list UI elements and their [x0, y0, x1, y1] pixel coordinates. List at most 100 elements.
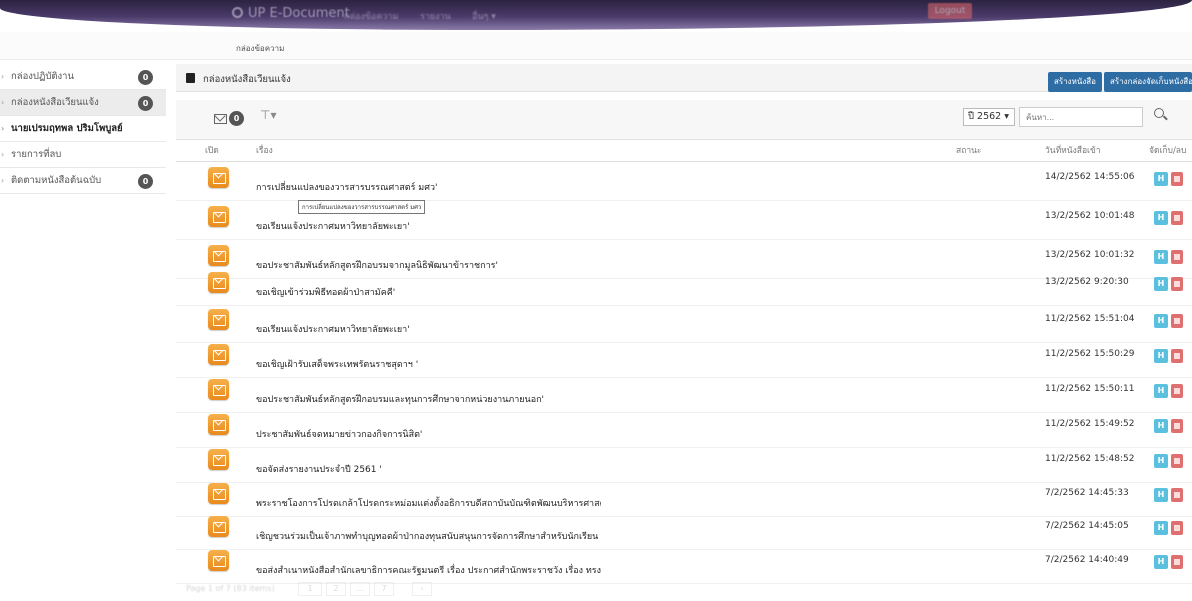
sidebar-item-track-original[interactable]: › ติดตามหนังสือต้นฉบับ 0: [0, 168, 166, 194]
column-header-status[interactable]: สถานะ: [956, 141, 981, 161]
row-subject[interactable]: ประชาสัมพันธ์จดหมายข่าวกองกิจการนิสิต': [256, 427, 422, 441]
envelope-icon[interactable]: [208, 483, 229, 504]
sidebar-item-label: กล่องหนังสือเวียนแจ้ง: [11, 97, 99, 108]
sidebar-item-user[interactable]: › นายเปรมฤทพล ปริมโพบูลย์: [0, 116, 166, 142]
delete-action-button[interactable]: [1171, 250, 1183, 264]
delete-action-button[interactable]: [1171, 172, 1183, 186]
row-subject[interactable]: ขอเชิญเข้าร่วมพิธีทอดผ้าป่าสามัคคี': [256, 285, 395, 299]
delete-action-button[interactable]: [1171, 454, 1183, 468]
chevron-right-icon: ›: [1, 124, 5, 133]
row-subject[interactable]: ขอจัดส่งรายงานประจำปี 2561 ': [256, 462, 382, 476]
nav-inbox[interactable]: กล่องข้อความ: [344, 9, 398, 23]
save-action-button[interactable]: H: [1154, 555, 1168, 569]
create-folder-button[interactable]: สร้างกล่องจัดเก็บหนังสือ: [1104, 72, 1192, 92]
envelope-icon[interactable]: [208, 379, 229, 400]
save-action-button[interactable]: H: [1154, 277, 1168, 291]
table-row[interactable]: ขอเชิญเข้าร่วมพิธีทอดผ้าป่าสามัคคี' 13/2/…: [176, 267, 1192, 306]
row-date: 7/2/2562 14:40:49: [1045, 555, 1129, 565]
year-select[interactable]: ปี 2562 ▾: [963, 108, 1015, 126]
nav-report[interactable]: รายงาน: [420, 9, 451, 23]
mail-count-badge: 0: [229, 111, 244, 126]
create-document-button[interactable]: สร้างหนังสือ: [1048, 72, 1102, 92]
row-subject[interactable]: พระราชโองการโปรดเกล้าโปรดกระหม่อมแต่งตั้…: [256, 496, 601, 510]
column-header-actions: จัดเก็บ/ลบ: [1149, 146, 1187, 156]
sidebar-item-work-box[interactable]: › กล่องปฏิบัติงาน 0: [0, 64, 166, 90]
row-date: 14/2/2562 14:55:06: [1045, 172, 1135, 182]
row-date: 7/2/2562 14:45:05: [1045, 521, 1129, 531]
delete-action-button[interactable]: [1171, 384, 1183, 398]
delete-action-button[interactable]: [1171, 277, 1183, 291]
envelope-icon[interactable]: [208, 309, 229, 330]
save-action-button[interactable]: H: [1154, 521, 1168, 535]
envelope-icon[interactable]: [208, 449, 229, 470]
subject-tooltip: การเปลี่ยนแปลงของวารสารบรรณศาสตร์ มศว: [298, 200, 426, 214]
save-action-button[interactable]: H: [1154, 172, 1168, 186]
delete-action-button[interactable]: [1171, 349, 1183, 363]
table-row[interactable]: การเปลี่ยนแปลงของวารสารบรรณศาสตร์ มศว' 14…: [176, 162, 1192, 201]
envelope-icon[interactable]: [208, 344, 229, 365]
row-subject[interactable]: ขอเชิญเฝ้ารับเสด็จพระเทพรัตนราชสุดาฯ ': [256, 357, 418, 371]
filter-icon[interactable]: ⊤▾: [260, 108, 276, 122]
save-action-button[interactable]: H: [1154, 488, 1168, 502]
panel-header: กล่องหนังสือเวียนแจ้ง สร้างหนังสือ สร้าง…: [176, 64, 1192, 92]
pager-page-7[interactable]: 7: [374, 582, 394, 596]
table-row[interactable]: ประชาสัมพันธ์จดหมายข่าวกองกิจการนิสิต' 11…: [176, 409, 1192, 448]
envelope-icon[interactable]: [208, 516, 229, 537]
envelope-icon[interactable]: [208, 414, 229, 435]
save-action-button[interactable]: H: [1154, 211, 1168, 225]
row-subject[interactable]: การเปลี่ยนแปลงของวารสารบรรณศาสตร์ มศว': [256, 180, 437, 194]
delete-action-button[interactable]: [1171, 211, 1183, 225]
delete-action-button[interactable]: [1171, 314, 1183, 328]
search-icon[interactable]: [1154, 108, 1164, 118]
chevron-right-icon: ›: [1, 176, 5, 185]
row-date: 11/2/2562 15:48:52: [1045, 454, 1135, 464]
sidebar-item-deleted[interactable]: › รายการที่ลบ: [0, 142, 166, 168]
row-subject[interactable]: ขอประชาสัมพันธ์หลักสูตรฝึกอบรมและทุนการศ…: [256, 392, 544, 406]
search-input[interactable]: [1019, 107, 1143, 127]
delete-action-button[interactable]: [1171, 488, 1183, 502]
table-row[interactable]: ขอประชาสัมพันธ์หลักสูตรฝึกอบรมและทุนการศ…: [176, 374, 1192, 413]
mail-icon[interactable]: [214, 114, 227, 124]
sidebar-item-circular-box[interactable]: › กล่องหนังสือเวียนแจ้ง 0: [0, 90, 166, 116]
pager-next-button[interactable]: ›: [412, 582, 432, 596]
sidebar-item-label: นายเปรมฤทพล ปริมโพบูลย์: [11, 123, 123, 134]
table-row[interactable]: ขอเรียนแจ้งประกาศมหาวิทยาลัยพะเยา' 11/2/2…: [176, 304, 1192, 343]
row-date: 13/2/2562 10:01:48: [1045, 211, 1135, 221]
row-subject[interactable]: ขอส่งสำเนาหนังสือสำนักเลขาธิการคณะรัฐมนต…: [256, 563, 601, 577]
save-action-button[interactable]: H: [1154, 454, 1168, 468]
envelope-icon[interactable]: [208, 245, 229, 266]
logout-button[interactable]: Logout: [928, 3, 972, 19]
row-subject[interactable]: ขอเรียนแจ้งประกาศมหาวิทยาลัยพะเยา': [256, 219, 410, 233]
row-date: 13/2/2562 10:01:32: [1045, 250, 1135, 260]
brand[interactable]: UP E-Document: [232, 6, 350, 21]
row-subject[interactable]: ขอเรียนแจ้งประกาศมหาวิทยาลัยพะเยา': [256, 322, 410, 336]
pager-page-1[interactable]: 1: [298, 582, 322, 596]
table-row[interactable]: ขอเชิญเฝ้ารับเสด็จพระเทพรัตนราชสุดาฯ ' 11…: [176, 339, 1192, 378]
save-action-button[interactable]: H: [1154, 384, 1168, 398]
table-row[interactable]: ขอส่งสำเนาหนังสือสำนักเลขาธิการคณะรัฐมนต…: [176, 545, 1192, 584]
save-action-button[interactable]: H: [1154, 419, 1168, 433]
count-badge: 0: [138, 174, 153, 189]
delete-action-button[interactable]: [1171, 419, 1183, 433]
pager-summary: Page 1 of 7 (83 items): [186, 584, 275, 593]
row-date: 7/2/2562 14:45:33: [1045, 488, 1129, 498]
chevron-right-icon: ›: [1, 72, 5, 81]
column-header-open: เปิด: [205, 146, 219, 156]
envelope-icon[interactable]: [208, 167, 229, 188]
pager-page-2[interactable]: 2: [326, 582, 346, 596]
column-header-date[interactable]: วันที่หนังสือเข้า: [1045, 141, 1101, 161]
save-action-button[interactable]: H: [1154, 349, 1168, 363]
sidebar-item-label: รายการที่ลบ: [11, 149, 62, 160]
save-action-button[interactable]: H: [1154, 250, 1168, 264]
sidebar-item-label: กล่องปฏิบัติงาน: [11, 71, 74, 82]
delete-action-button[interactable]: [1171, 521, 1183, 535]
chevron-right-icon: ›: [1, 98, 5, 107]
envelope-icon[interactable]: [208, 272, 229, 293]
envelope-icon[interactable]: [208, 206, 229, 227]
column-header-subject[interactable]: เรื่อง: [256, 141, 273, 161]
save-action-button[interactable]: H: [1154, 314, 1168, 328]
envelope-icon[interactable]: [208, 550, 229, 571]
nav-more[interactable]: อื่นๆ ▾: [472, 9, 496, 23]
delete-action-button[interactable]: [1171, 555, 1183, 569]
row-subject[interactable]: เชิญชวนร่วมเป็นเจ้าภาพทำบุญทอดผ้าป่ากองท…: [256, 529, 598, 543]
